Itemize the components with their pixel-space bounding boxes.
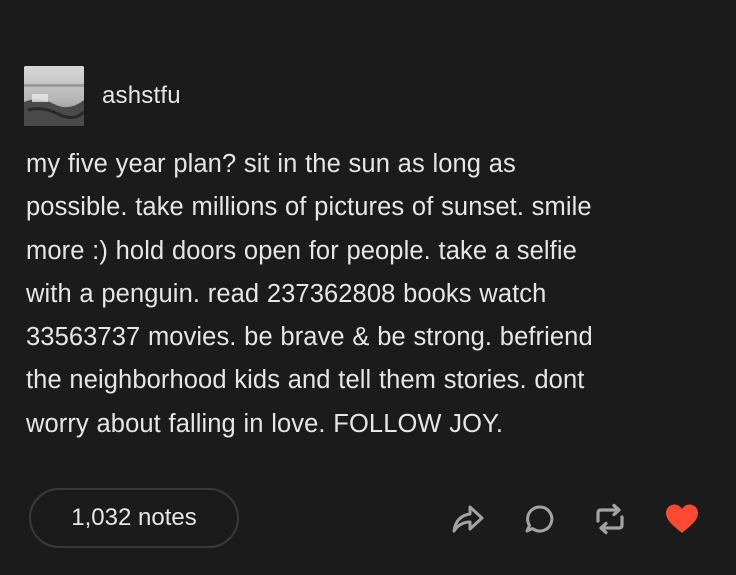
reply-button[interactable] <box>522 502 558 536</box>
post-body-line: worry about falling in love. FOLLOW JOY. <box>26 409 504 438</box>
reblog-button[interactable] <box>592 502 628 536</box>
post-body-line: 33563737 movies. be brave & be strong. b… <box>26 323 593 352</box>
reblog-icon <box>596 503 624 535</box>
username[interactable]: ashstfu <box>102 82 181 110</box>
share-button[interactable] <box>450 502 486 536</box>
post-header: ashstfu <box>24 66 181 126</box>
avatar[interactable] <box>24 66 84 126</box>
post-card: ashstfu my five year plan? sit in the su… <box>0 0 736 575</box>
notes-count-button[interactable]: 1,032 notes <box>29 488 239 548</box>
like-button[interactable] <box>664 502 700 536</box>
post-body: my five year plan? sit in the sun as lon… <box>26 143 716 446</box>
heart-icon <box>666 504 698 533</box>
reply-bubble-icon <box>525 505 554 533</box>
post-body-line: my five year plan? sit in the sun as lon… <box>26 150 516 178</box>
post-body-line: more :) hold doors open for people. take… <box>26 236 577 265</box>
avatar-image <box>24 66 84 126</box>
post-body-line: with a penguin. read 237362808 books wat… <box>26 279 547 308</box>
share-arrow-icon <box>452 505 484 533</box>
post-footer: 1,032 notes <box>0 488 736 550</box>
post-body-line: the neighborhood kids and tell them stor… <box>26 366 585 395</box>
post-body-line: possible. take millions of pictures of s… <box>26 193 592 222</box>
